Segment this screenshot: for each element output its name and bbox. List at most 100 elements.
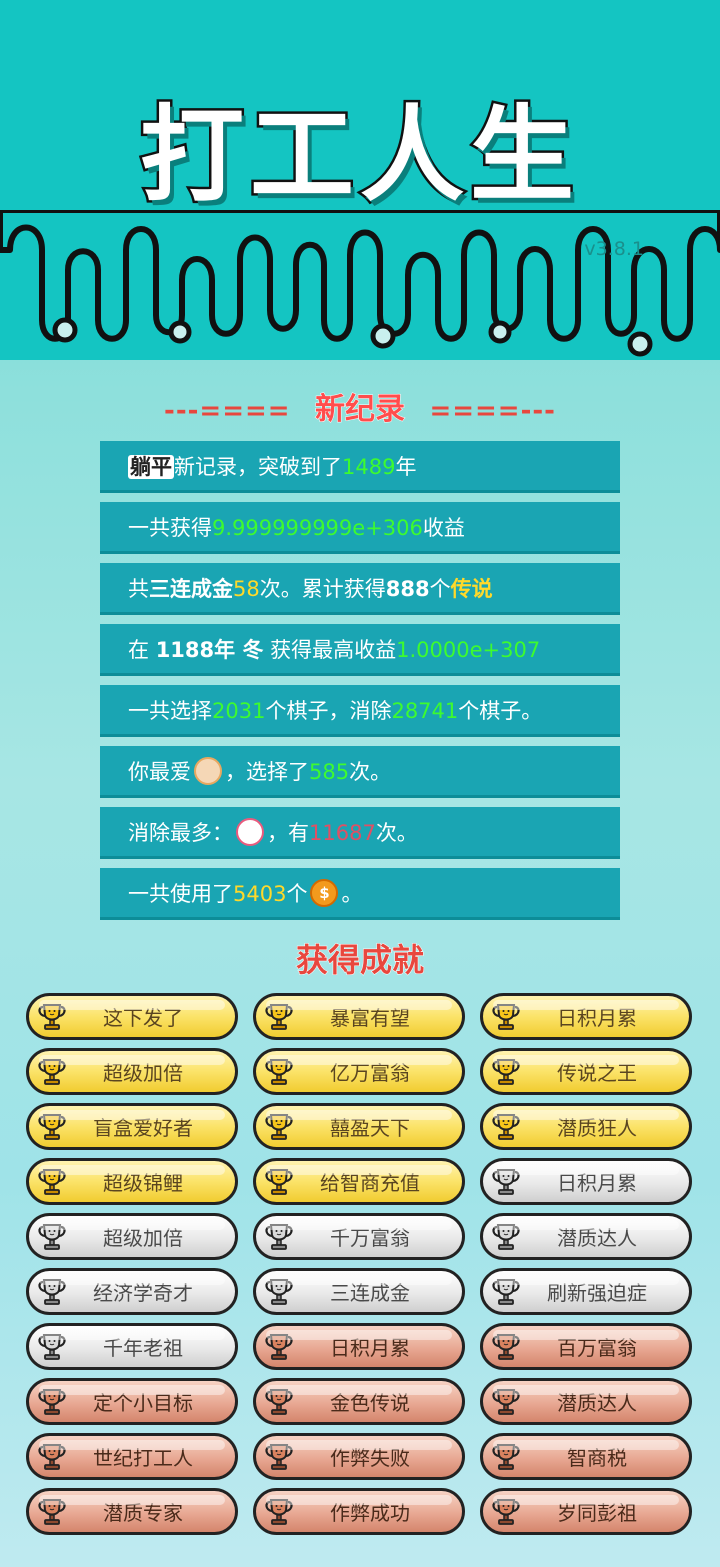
trophy-icon [38,1169,66,1195]
record-row: 消除最多： ，有11687次。 [100,807,620,859]
trophy-icon [492,1499,520,1525]
app-title: 打工人生 [137,92,580,219]
achievement-badge[interactable]: 盲盒爱好者 [26,1103,238,1150]
record-text: 传说 [450,577,493,601]
trophy-icon [492,1444,520,1470]
achievement-badge[interactable]: 超级锦鲤 [26,1158,238,1205]
achievement-badge[interactable]: 暴富有望 [253,993,465,1040]
old-man-face-icon [194,757,222,785]
trophy-icon [38,1004,66,1030]
achievement-badge[interactable]: 作弊成功 [253,1488,465,1535]
achievement-badge[interactable]: 经济学奇才 [26,1268,238,1315]
achievement-badge[interactable]: 岁同彭祖 [480,1488,692,1535]
record-text: 一共选择 [128,699,212,723]
achievements-grid: 这下发了 暴富有望 日积月累 超级加倍 亿万富翁 传说之王 盲盒爱好者 囍盈天下 潜质狂人 超级锦… [26,993,694,1535]
achievement-badge[interactable]: 潜质达人 [480,1378,692,1425]
record-text: 一共使用了 [128,882,233,906]
trophy-icon [492,1224,520,1250]
achievement-badge[interactable]: 千年老祖 [26,1323,238,1370]
record-text: ，选择了 [225,760,309,784]
achievement-badge[interactable]: 日积月累 [480,1158,692,1205]
achievement-badge[interactable]: 亿万富翁 [253,1048,465,1095]
trophy-icon [492,1169,520,1195]
record-row: 在 1188年 冬 获得最高收益1.0000e+307 [100,624,620,676]
trophy-icon [265,1059,293,1085]
record-row: 一共使用了5403个 $。 [100,868,620,920]
trophy-icon [38,1444,66,1470]
trophy-icon [492,1389,520,1415]
record-text: 个棋子，消除 [265,699,392,723]
record-text: 你最爱 [128,760,191,784]
achievement-badge[interactable]: 作弊失败 [253,1433,465,1480]
record-text: 5403 [233,882,287,906]
record-text: 年 [395,455,417,479]
achievement-badge[interactable]: 金色传说 [253,1378,465,1425]
record-text: 个棋子。 [458,699,543,723]
trophy-icon [265,1334,293,1360]
drip-decoration [0,210,720,357]
record-text: 共 [128,577,149,601]
trophy-icon [38,1334,66,1360]
version-label: v3.8.1 [584,238,644,260]
trophy-icon [265,1004,293,1030]
trophy-icon [265,1279,293,1305]
achievement-badge[interactable]: 世纪打工人 [26,1433,238,1480]
trophy-icon [492,1059,520,1085]
achievement-badge[interactable]: 这下发了 [26,993,238,1040]
record-text: 次。 [349,760,392,784]
record-text: 躺平 [128,455,174,479]
achievement-badge[interactable]: 潜质专家 [26,1488,238,1535]
achievement-badge[interactable]: 刷新强迫症 [480,1268,692,1315]
coin-icon: $ [310,879,339,907]
achievement-badge[interactable]: 超级加倍 [26,1213,238,1260]
trophy-icon [38,1279,66,1305]
trophy-icon [492,1334,520,1360]
record-text: 收益 [422,516,465,540]
achievement-badge[interactable]: 潜质狂人 [480,1103,692,1150]
trophy-icon [265,1444,293,1470]
noodle-bowl-icon [236,818,264,846]
record-text: 28741 [391,699,459,723]
heading-deco-right: ====--- [429,396,556,426]
record-text: 获得最高收益 [263,638,397,662]
trophy-icon [38,1059,66,1085]
achievement-badge[interactable]: 囍盈天下 [253,1103,465,1150]
achievement-badge[interactable]: 千万富翁 [253,1213,465,1260]
record-text: 。 [341,882,363,906]
achievement-badge[interactable]: 潜质达人 [480,1213,692,1260]
trophy-icon [38,1224,66,1250]
record-text: 58 [233,577,260,601]
records-list: 躺平新记录，突破到了1489年 一共获得9.999999999e+306收益 共三连… [100,441,620,929]
trophy-icon [492,1004,520,1030]
trophy-icon [265,1169,293,1195]
heading-deco-left: ---==== [164,396,291,426]
achievements-heading: 获得成就 [295,941,424,980]
record-row: 一共获得9.999999999e+306收益 [100,502,620,554]
record-text: 1.0000e+307 [396,638,541,662]
record-text: 个 [286,882,308,906]
record-text: 11687 [309,821,376,845]
record-text: 2031 [212,699,266,723]
record-text: 1188年 冬 [155,638,264,662]
trophy-icon [492,1279,520,1305]
achievement-badge[interactable]: 日积月累 [480,993,692,1040]
achievement-badge[interactable]: 给智商充值 [253,1158,465,1205]
achievement-badge[interactable]: 定个小目标 [26,1378,238,1425]
new-record-title: 新纪录 [315,392,406,428]
record-text: 三连成金 [149,577,233,601]
new-record-heading: ---==== 新纪录 ====--- [0,384,720,428]
achievement-badge[interactable]: 百万富翁 [480,1323,692,1370]
achievement-badge[interactable]: 日积月累 [253,1323,465,1370]
record-row: 你最爱 ，选择了585次。 [100,746,620,798]
trophy-icon [38,1389,66,1415]
achievement-badge[interactable]: 传说之王 [480,1048,692,1095]
record-text: 一共获得 [128,516,212,540]
record-text: 个 [429,577,451,601]
achievement-badge[interactable]: 三连成金 [253,1268,465,1315]
record-row: 躺平新记录，突破到了1489年 [100,441,620,493]
trophy-icon [38,1499,66,1525]
achievement-badge[interactable]: 超级加倍 [26,1048,238,1095]
achievement-badge[interactable]: 智商税 [480,1433,692,1480]
trophy-icon [265,1389,293,1415]
record-row: 共三连成金58次。累计获得888个传说 [100,563,620,615]
